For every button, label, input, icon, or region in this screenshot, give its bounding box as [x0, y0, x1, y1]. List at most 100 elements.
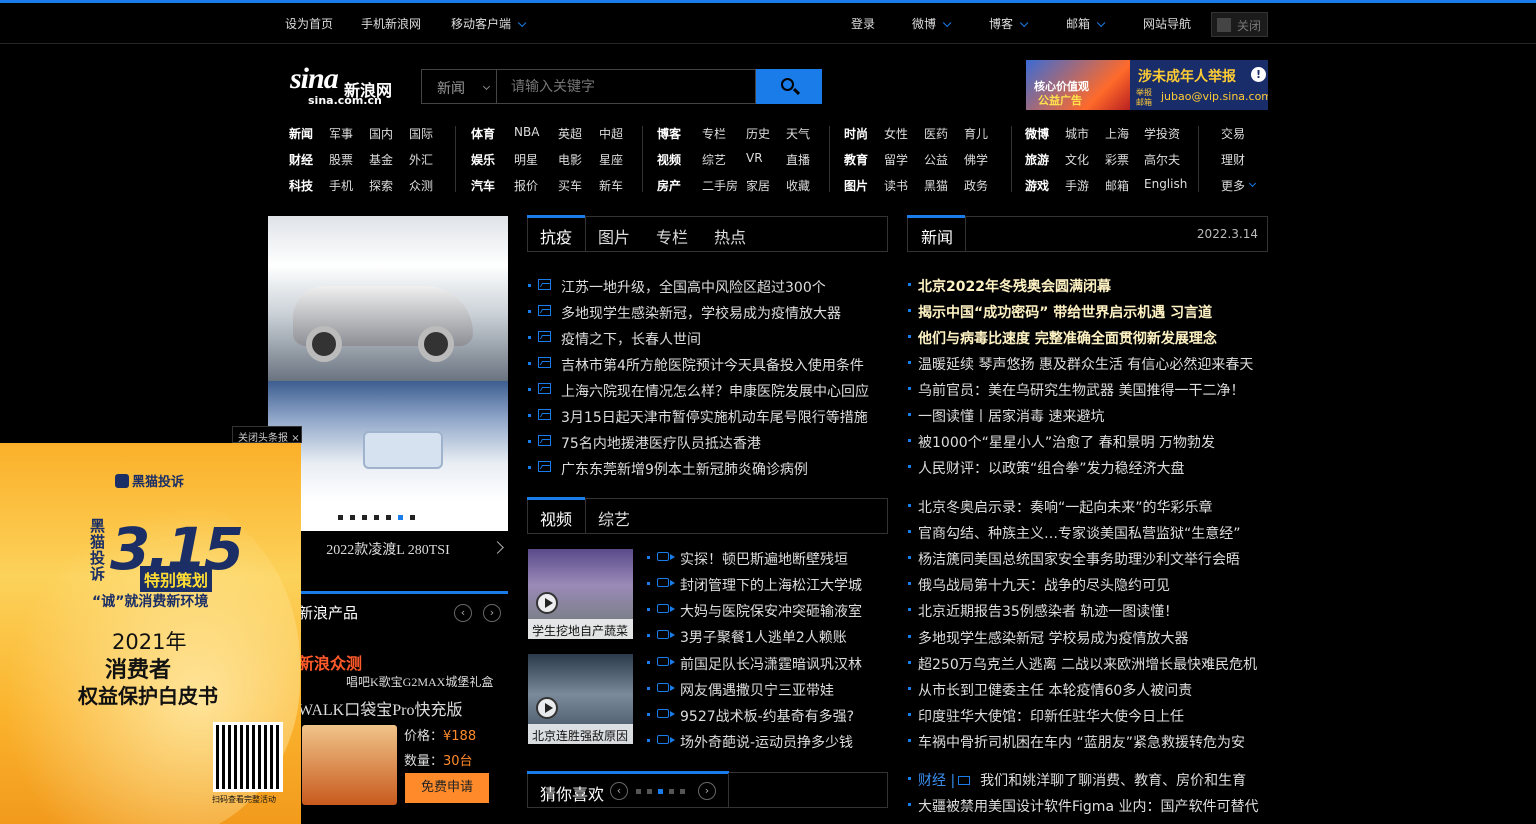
nav-link[interactable]: 时尚: [844, 125, 868, 142]
list-item[interactable]: 官商勾结、种族主义…专家谈美国私营监狱“生意经”: [908, 523, 1241, 543]
next-arrow-icon[interactable]: ›: [698, 782, 716, 800]
nav-link[interactable]: 图片: [844, 177, 868, 194]
site-nav-link[interactable]: 网站导航: [1143, 15, 1191, 32]
list-item[interactable]: 人民财评：以政策“组合拳”发力稳经济大盘: [908, 458, 1185, 478]
nav-link[interactable]: 佛学: [964, 151, 988, 168]
list-item[interactable]: 超250万乌克兰人逃离 二战以来欧洲增长最快难民危机: [908, 654, 1257, 674]
list-item[interactable]: 疫情之下，长春人世间: [528, 329, 701, 349]
list-item[interactable]: 被1000个“星星小人”治愈了 春和景明 万物勃发: [908, 432, 1215, 452]
list-item[interactable]: 温暖延续 琴声悠扬 惠及群众生活 有信心必然迎来春天: [908, 354, 1253, 374]
list-item-text[interactable]: 官商勾结、种族主义…专家谈美国私营监狱“生意经”: [918, 526, 1241, 542]
headline-text[interactable]: 揭示中国“成功密码” 带给世界启示机遇 习言道: [918, 305, 1212, 321]
list-item[interactable]: 网友偶遇撒贝宁三亚带娃: [647, 680, 834, 700]
nav-link[interactable]: 星座: [599, 151, 623, 168]
list-item[interactable]: 75名内地援港医疗队员抵达香港: [528, 433, 761, 453]
list-item-text[interactable]: 9527战术板-约基奇有多强?: [680, 709, 854, 725]
carousel-dot[interactable]: [350, 515, 355, 520]
sina-logo[interactable]: sina 新浪网 sina.com.cn: [288, 60, 400, 110]
list-item-text[interactable]: 一图读懂丨居家消毒 速来避坑: [918, 409, 1104, 425]
nav-link[interactable]: 教育: [844, 151, 868, 168]
list-item-text[interactable]: 被1000个“星星小人”治愈了 春和景明 万物勃发: [918, 435, 1215, 451]
carousel-caption[interactable]: 2022款凌渡L 280TSI: [268, 531, 508, 566]
next-arrow-icon[interactable]: ›: [483, 604, 501, 622]
nav-link[interactable]: 专栏: [702, 125, 726, 142]
tab-kangyi[interactable]: 抗疫: [540, 224, 572, 248]
search-input[interactable]: [497, 69, 756, 104]
list-item[interactable]: 场外奇葩说-运动员挣多少钱: [647, 732, 853, 752]
list-item-text[interactable]: 3男子聚餐1人逃单2人赖账: [680, 630, 847, 646]
video-thumb[interactable]: 学生挖地自产蔬菜: [528, 549, 633, 639]
list-item[interactable]: 从市长到卫健委主任 本轮疫情60多人被问责: [908, 680, 1192, 700]
nav-link[interactable]: 学投资: [1144, 125, 1180, 142]
nav-link[interactable]: 政务: [964, 177, 988, 194]
list-item[interactable]: 前国足队长冯潇霆暗讽巩汉林: [647, 654, 862, 674]
focus-carousel[interactable]: 2022款凌渡L 280TSI: [268, 216, 508, 566]
guess-dot[interactable]: [658, 789, 663, 794]
list-item-text[interactable]: 上海六院现在情况怎么样？申康医院发展中心回应: [561, 384, 869, 400]
nav-link[interactable]: 视频: [657, 151, 681, 168]
nav-link[interactable]: 理财: [1221, 151, 1245, 168]
list-item[interactable]: 实探！顿巴斯遍地断壁残垣: [647, 549, 848, 569]
list-item-text[interactable]: 网友偶遇撒贝宁三亚带娃: [680, 683, 834, 699]
nav-link[interactable]: English: [1144, 177, 1187, 191]
list-item[interactable]: 3月15日起天津市暂停实施机动车尾号限行等措施: [528, 407, 868, 427]
nav-link[interactable]: 游戏: [1025, 177, 1049, 194]
headline[interactable]: 北京2022年冬残奥会圆满闭幕: [908, 276, 1111, 296]
mobile-sina-link[interactable]: 手机新浪网: [361, 15, 421, 32]
list-item[interactable]: 多地现学生感染新冠，学校易成为疫情放大器: [528, 303, 841, 323]
nav-link[interactable]: 体育: [471, 125, 495, 142]
nav-link[interactable]: 股票: [329, 151, 353, 168]
list-item[interactable]: 江苏一地升级，全国高中风险区超过300个: [528, 277, 826, 297]
mobile-client-menu[interactable]: 移动客户端: [451, 15, 527, 32]
report-ad-banner[interactable]: 核心价值观 公益广告 涉未成年人举报 ! 举报邮箱 jubao@vip.sina…: [1026, 60, 1268, 110]
list-item-text[interactable]: 车祸中骨折司机困在车内 “蓝朋友”紧急救援转危为安: [918, 735, 1245, 751]
list-item[interactable]: 3男子聚餐1人逃单2人赖账: [647, 627, 847, 647]
search-category-select[interactable]: 新闻: [421, 69, 497, 104]
nav-link[interactable]: 娱乐: [471, 151, 495, 168]
nav-link[interactable]: 邮箱: [1105, 177, 1129, 194]
nav-link[interactable]: 房产: [657, 177, 681, 194]
nav-link[interactable]: 军事: [329, 125, 353, 142]
nav-link[interactable]: 公益: [924, 151, 948, 168]
nav-link[interactable]: 博客: [657, 125, 681, 142]
nav-link[interactable]: 交易: [1221, 125, 1245, 142]
nav-link[interactable]: 家居: [746, 177, 770, 194]
nav-link[interactable]: 微博: [1025, 125, 1049, 142]
prev-arrow-icon[interactable]: ‹: [610, 782, 628, 800]
list-item[interactable]: 吉林市第4所方舱医院预计今天具备投入使用条件: [528, 355, 864, 375]
tab-video[interactable]: 视频: [540, 506, 572, 530]
video-thumb[interactable]: 北京连胜强敌原因: [528, 654, 633, 744]
list-item[interactable]: 杨洁篪同美国总统国家安全事务助理沙利文举行会晤: [908, 549, 1240, 569]
finance-item[interactable]: 财经 | 我们和姚洋聊了聊消费、教育、房价和生育: [908, 770, 1246, 790]
nav-link[interactable]: 明星: [514, 151, 538, 168]
list-item-text[interactable]: 俄乌战局第十九天：战争的尽头隐约可见: [918, 578, 1170, 594]
nav-link[interactable]: 读书: [884, 177, 908, 194]
apply-button[interactable]: 免费申请: [405, 773, 489, 803]
nav-link[interactable]: 探索: [369, 177, 393, 194]
product-sub[interactable]: 唱吧K歌宝G2MAX城堡礼盒: [346, 673, 493, 690]
carousel-dot[interactable]: [362, 515, 367, 520]
nav-link[interactable]: 二手房: [702, 177, 738, 194]
list-item-text[interactable]: 场外奇葩说-运动员挣多少钱: [680, 735, 853, 751]
nav-link[interactable]: 外汇: [409, 151, 433, 168]
guess-dot[interactable]: [680, 789, 685, 794]
list-item[interactable]: 俄乌战局第十九天：战争的尽头隐约可见: [908, 575, 1170, 595]
list-item-text[interactable]: 北京冬奥启示录：奏响“一起向未来”的华彩乐章: [918, 500, 1213, 516]
list-item-text[interactable]: 前国足队长冯潇霆暗讽巩汉林: [680, 657, 862, 673]
nav-link[interactable]: 手机: [329, 177, 353, 194]
list-item-text[interactable]: 75名内地援港医疗队员抵达香港: [561, 436, 761, 452]
tab-hot[interactable]: 热点: [714, 224, 746, 248]
carousel-dot[interactable]: [386, 515, 391, 520]
set-homepage-link[interactable]: 设为首页: [285, 15, 333, 32]
finance-label[interactable]: 财经 |: [918, 773, 955, 789]
list-item-text[interactable]: 实探！顿巴斯遍地断壁残垣: [680, 552, 848, 568]
product-name[interactable]: WALK口袋宝Pro快充版: [298, 696, 462, 720]
guess-dot[interactable]: [669, 789, 674, 794]
list-item-text[interactable]: 超250万乌克兰人逃离 二战以来欧洲增长最快难民危机: [918, 657, 1257, 673]
list-item[interactable]: 北京冬奥启示录：奏响“一起向未来”的华彩乐章: [908, 497, 1213, 517]
headline[interactable]: 他们与病毒比速度 完整准确全面贯彻新发展理念: [908, 328, 1217, 348]
tab-columns[interactable]: 专栏: [656, 224, 688, 248]
nav-link[interactable]: 买车: [558, 177, 582, 194]
list-item[interactable]: 车祸中骨折司机困在车内 “蓝朋友”紧急救援转危为安: [908, 732, 1245, 752]
list-item[interactable]: 一图读懂丨居家消毒 速来避坑: [908, 406, 1104, 426]
